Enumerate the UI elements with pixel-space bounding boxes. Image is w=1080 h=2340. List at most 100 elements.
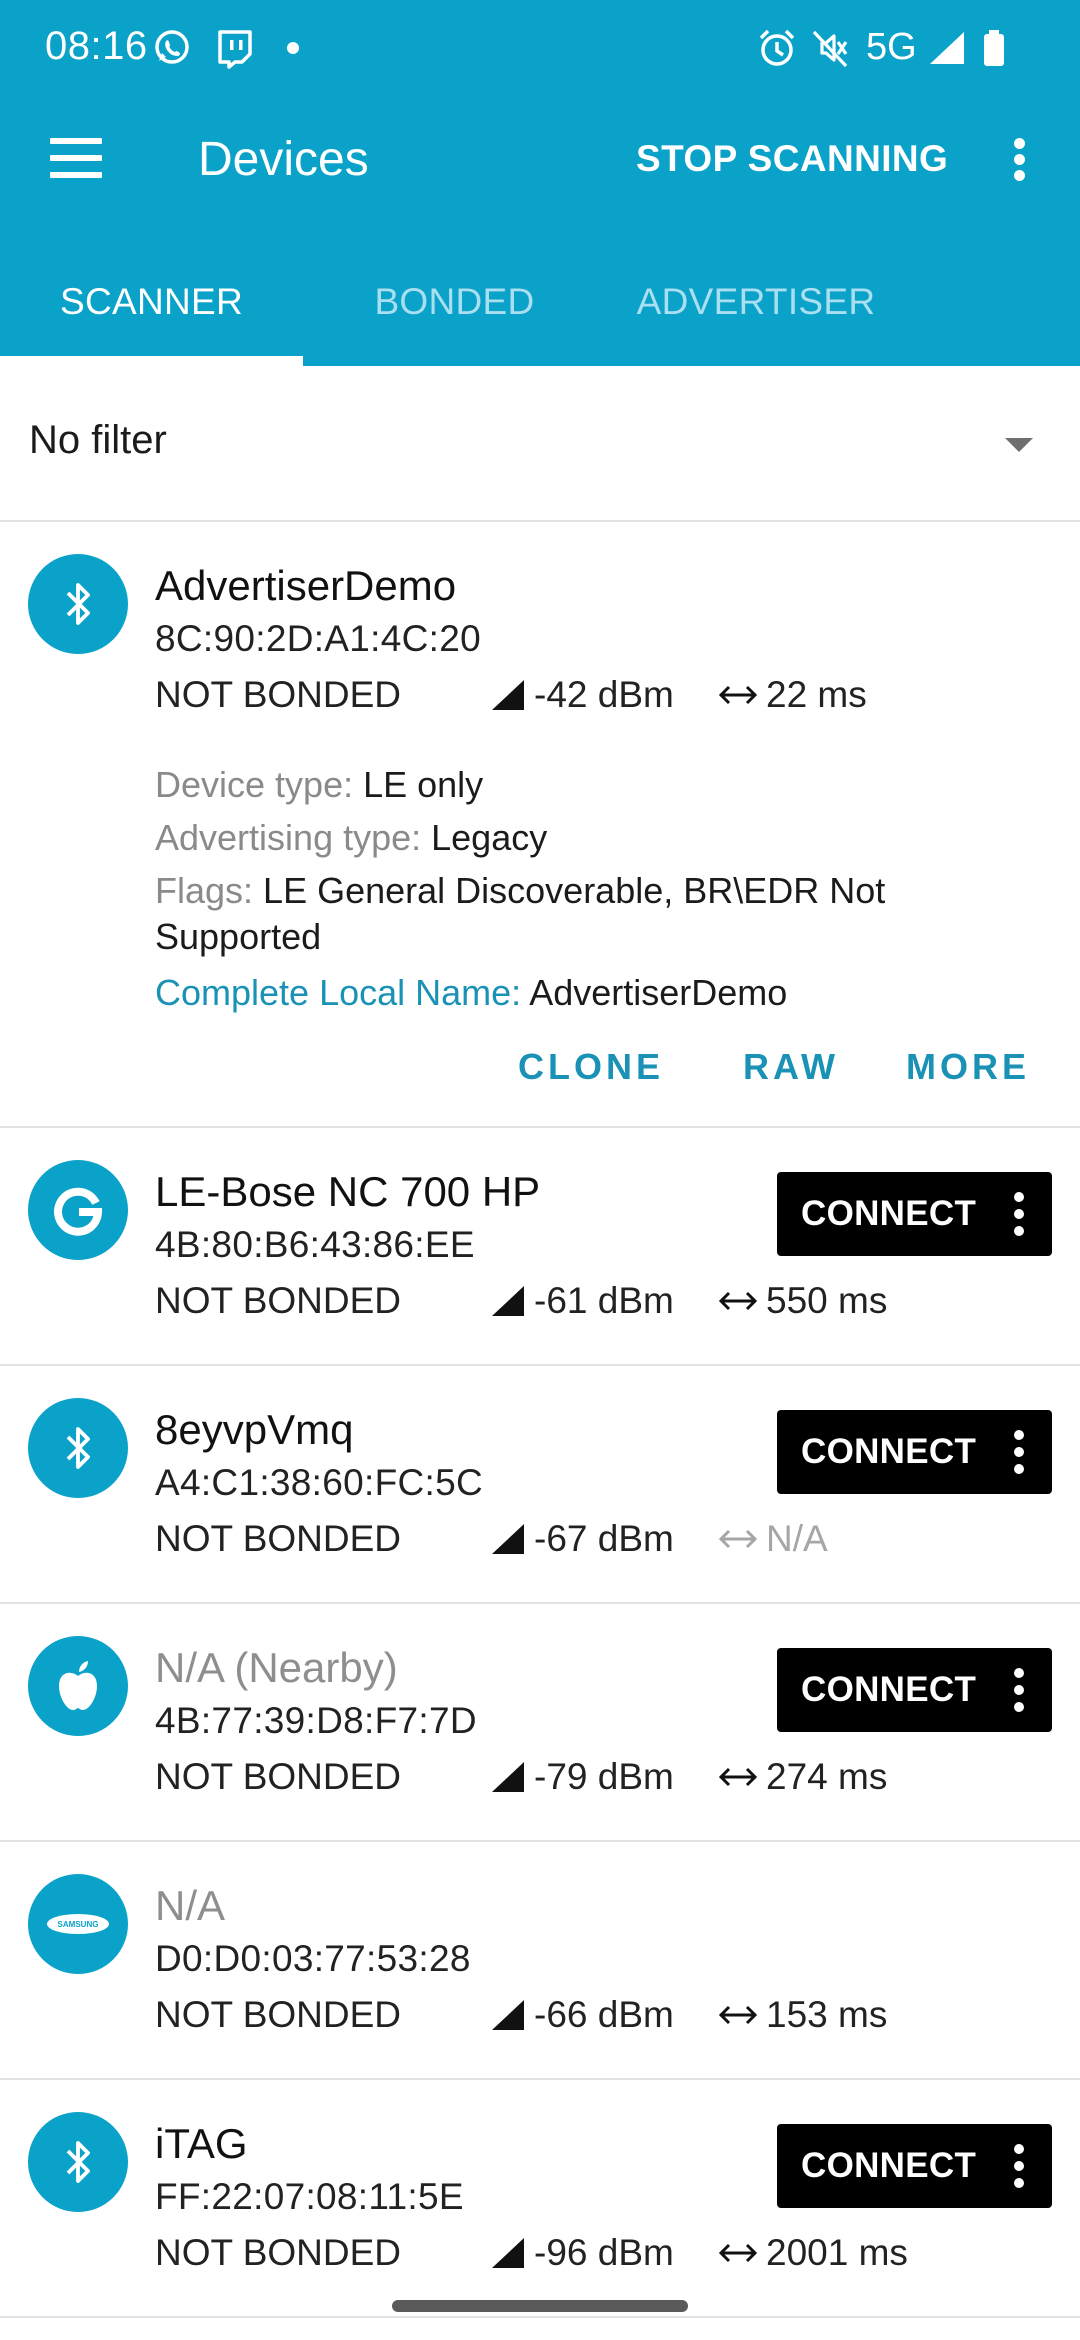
- device-address: 8C:90:2D:A1:4C:20: [155, 618, 481, 659]
- more-vert-icon[interactable]: [1007, 1426, 1031, 1478]
- more-vert-icon[interactable]: [1007, 2140, 1031, 2192]
- tab-bonded[interactable]: BONDED: [303, 262, 606, 366]
- more-button[interactable]: MORE: [906, 1046, 1030, 1088]
- bluetooth-icon: [28, 2112, 128, 2212]
- interval-icon: [718, 2243, 758, 2263]
- network-type: 5G: [866, 26, 917, 68]
- connect-label: CONNECT: [801, 1432, 977, 1471]
- local-name-value: AdvertiserDemo: [529, 972, 788, 1013]
- interval-value: 22 ms: [766, 674, 867, 715]
- device-name: N/A: [155, 1882, 226, 1929]
- alarm-icon: [759, 29, 795, 66]
- bond-state: NOT BONDED: [155, 1280, 402, 1321]
- vibrate-off-icon: [812, 30, 848, 68]
- signal-strength-icon: [492, 1524, 524, 1554]
- signal-strength-icon: [492, 2000, 524, 2030]
- device-item[interactable]: N/A (Nearby) 4B:77:39:D8:F7:7D NOT BONDE…: [0, 1604, 1080, 1842]
- device-address: 4B:80:B6:43:86:EE: [155, 1224, 475, 1265]
- bluetooth-icon: [28, 1398, 128, 1498]
- notification-dot: [287, 42, 299, 54]
- connect-button[interactable]: CONNECT: [777, 1172, 1052, 1256]
- filter-dropdown[interactable]: No filter: [0, 366, 1080, 522]
- device-name: AdvertiserDemo: [155, 562, 457, 609]
- advertising-type-label: Advertising type:: [155, 817, 432, 858]
- device-type-value: LE only: [363, 764, 484, 805]
- advertising-type-value: Legacy: [431, 817, 548, 858]
- device-name: 8eyvpVmq: [155, 1406, 354, 1453]
- device-item[interactable]: iTAG FF:22:07:08:11:5E NOT BONDED -96 dB…: [0, 2080, 1080, 2318]
- bond-state: NOT BONDED: [155, 2232, 402, 2273]
- connect-button[interactable]: CONNECT: [777, 2124, 1052, 2208]
- tab-indicator: [0, 356, 303, 366]
- hamburger-menu-icon[interactable]: [38, 130, 118, 190]
- bond-state: NOT BONDED: [155, 1756, 402, 1797]
- device-item[interactable]: AdvertiserDemo 8C:90:2D:A1:4C:20 NOT BON…: [0, 522, 1080, 1128]
- rssi-value: -42 dBm: [534, 674, 674, 715]
- local-name-label[interactable]: Complete Local Name:: [155, 972, 529, 1013]
- tab-advertiser[interactable]: ADVERTISER: [606, 262, 906, 366]
- device-address: FF:22:07:08:11:5E: [155, 2176, 464, 2217]
- interval-value: N/A: [766, 1518, 828, 1559]
- device-address: D0:D0:03:77:53:28: [155, 1938, 471, 1979]
- interval-value: 153 ms: [766, 1994, 888, 2035]
- interval-icon: [718, 1291, 758, 1311]
- apple-icon: [28, 1636, 128, 1736]
- filter-label: No filter: [29, 418, 167, 462]
- interval-icon: [718, 685, 758, 705]
- raw-button[interactable]: RAW: [743, 1046, 839, 1088]
- rssi-value: -67 dBm: [534, 1518, 674, 1559]
- more-vert-icon[interactable]: [1007, 1664, 1031, 1716]
- dropdown-arrow-icon: [1005, 438, 1033, 452]
- bond-state: NOT BONDED: [155, 674, 402, 715]
- stop-scanning-button[interactable]: STOP SCANNING: [636, 138, 948, 180]
- page-title: Devices: [198, 133, 369, 186]
- more-vert-icon[interactable]: [1000, 132, 1040, 188]
- device-item[interactable]: SAMSUNG N/A D0:D0:03:77:53:28 NOT BONDED…: [0, 1842, 1080, 2080]
- toolbar: Devices STOP SCANNING: [0, 110, 1080, 210]
- advertising-details: Device type: LE only Advertising type: L…: [155, 758, 1035, 1019]
- signal-icon: [930, 32, 964, 64]
- connect-button[interactable]: CONNECT: [777, 1648, 1052, 1732]
- device-item[interactable]: 8eyvpVmq A4:C1:38:60:FC:5C NOT BONDED -6…: [0, 1366, 1080, 1604]
- signal-strength-icon: [492, 2238, 524, 2268]
- interval-value: 550 ms: [766, 1280, 888, 1321]
- tab-scanner[interactable]: SCANNER: [0, 262, 303, 366]
- rssi-value: -66 dBm: [534, 1994, 674, 2035]
- connect-label: CONNECT: [801, 1194, 977, 1233]
- flags-label: Flags:: [155, 870, 264, 911]
- connect-label: CONNECT: [801, 1670, 977, 1709]
- tab-bar: SCANNER BONDED ADVERTISER: [0, 262, 1080, 366]
- app-bar: 08:16 5G Devices STOP SCANNING SCANNER B…: [0, 0, 1080, 366]
- clone-button[interactable]: CLONE: [518, 1046, 664, 1088]
- connect-button[interactable]: CONNECT: [777, 1410, 1052, 1494]
- bluetooth-icon: [28, 554, 128, 654]
- home-gesture-bar[interactable]: [392, 2300, 688, 2312]
- interval-icon: [718, 2005, 758, 2025]
- signal-strength-icon: [492, 1286, 524, 1316]
- status-time: 08:16: [45, 24, 148, 68]
- battery-icon: [984, 30, 1004, 66]
- device-address: 4B:77:39:D8:F7:7D: [155, 1700, 477, 1741]
- device-address: A4:C1:38:60:FC:5C: [155, 1462, 483, 1503]
- twitch-icon: [218, 30, 252, 69]
- device-name: iTAG: [155, 2120, 248, 2167]
- device-type-label: Device type:: [155, 764, 364, 805]
- status-bar: 08:16 5G: [0, 0, 1080, 96]
- rssi-value: -96 dBm: [534, 2232, 674, 2273]
- device-name: LE-Bose NC 700 HP: [155, 1168, 541, 1215]
- interval-icon: [718, 1767, 758, 1787]
- flags-value: LE General Discoverable, BR\EDR Not Supp…: [155, 870, 886, 957]
- signal-strength-icon: [492, 680, 524, 710]
- samsung-logo-text: SAMSUNG: [58, 1920, 99, 1929]
- google-icon: [28, 1160, 128, 1260]
- interval-value: 2001 ms: [766, 2232, 908, 2273]
- interval-value: 274 ms: [766, 1756, 888, 1797]
- whatsapp-icon: [155, 30, 189, 64]
- rssi-value: -79 dBm: [534, 1756, 674, 1797]
- interval-icon: [718, 1529, 758, 1549]
- device-item[interactable]: LE-Bose NC 700 HP 4B:80:B6:43:86:EE NOT …: [0, 1128, 1080, 1366]
- signal-strength-icon: [492, 1762, 524, 1792]
- bond-state: NOT BONDED: [155, 1994, 402, 2035]
- samsung-icon: SAMSUNG: [28, 1874, 128, 1974]
- more-vert-icon[interactable]: [1007, 1188, 1031, 1240]
